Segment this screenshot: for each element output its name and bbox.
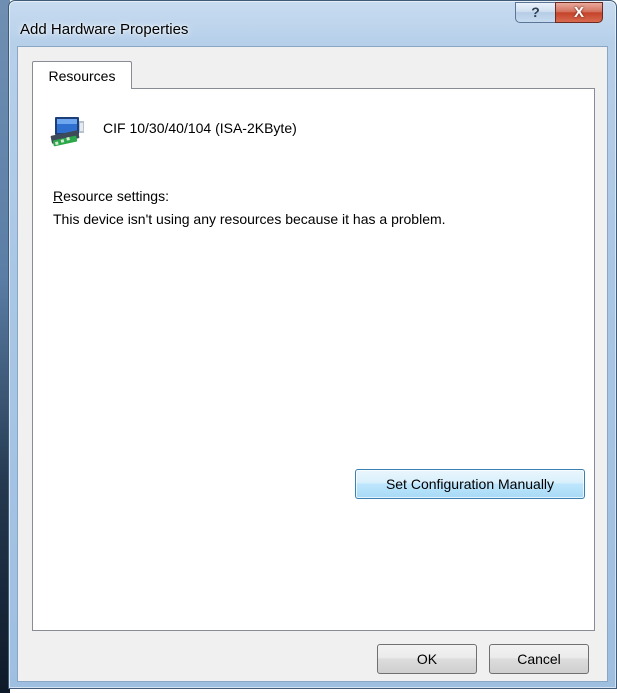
help-icon: ?	[531, 4, 540, 20]
dialog-client-area: Resources CIF 10/30/40/104 (ISA-2KByte) …	[17, 46, 608, 682]
help-button[interactable]: ?	[515, 2, 556, 23]
tab-resources[interactable]: Resources	[32, 61, 132, 89]
resource-settings-label: Resource settings:	[53, 188, 169, 204]
window-title: Add Hardware Properties	[20, 21, 189, 38]
close-icon: X	[573, 4, 584, 21]
resource-settings-label-text: esource settings:	[63, 188, 169, 204]
ok-button[interactable]: OK	[377, 644, 477, 674]
close-button[interactable]: X	[555, 2, 603, 23]
resources-tab-panel: CIF 10/30/40/104 (ISA-2KByte) Resource s…	[32, 88, 595, 631]
set-configuration-manually-button[interactable]: Set Configuration Manually	[355, 469, 585, 499]
cancel-button[interactable]: Cancel	[489, 644, 589, 674]
resource-status-message: This device isn't using any resources be…	[53, 211, 446, 227]
device-name: CIF 10/30/40/104 (ISA-2KByte)	[103, 120, 297, 136]
network-adapter-icon	[50, 117, 84, 147]
dialog-window: Add Hardware Properties ? X Resources CI…	[0, 0, 617, 693]
resource-settings-accesskey: R	[53, 188, 64, 204]
